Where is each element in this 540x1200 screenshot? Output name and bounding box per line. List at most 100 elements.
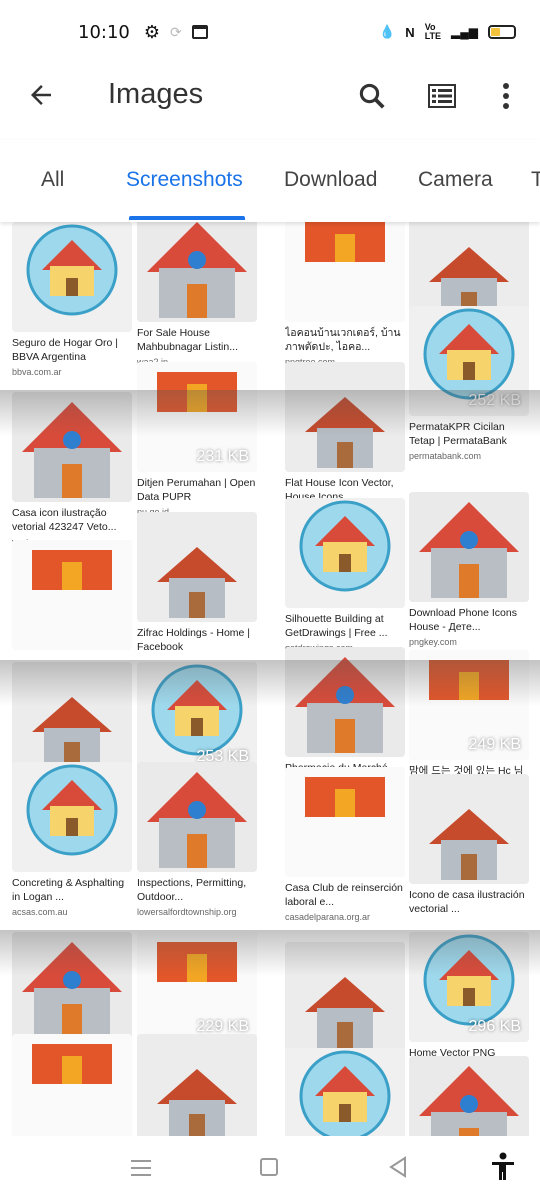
home-icon[interactable] bbox=[260, 1158, 278, 1176]
status-right-icons: 💧 N Vo LTE ▂▄▆ bbox=[379, 23, 516, 41]
image-thumbnail[interactable] bbox=[12, 392, 132, 502]
image-card[interactable]: Casa Club de reinserción laboral e... cas… bbox=[285, 767, 405, 922]
page-title: Images bbox=[108, 78, 204, 110]
image-card[interactable]: Flat House Icon Vector, House Icons,...p… bbox=[285, 362, 405, 517]
image-card[interactable]: Casa icon ilustração vetorial 423247 Vet… bbox=[12, 392, 132, 547]
image-caption: Seguro de Hogar Oro | BBVA Argentina bbox=[12, 337, 119, 363]
image-thumbnail[interactable] bbox=[137, 222, 257, 322]
file-size-label: 296 KB bbox=[468, 1018, 521, 1035]
house-thumbnail-icon bbox=[12, 392, 132, 502]
image-caption: ไอคอนบ้านเวกเตอร์, บ้านภาพตัดปะ, ไอคอ... bbox=[285, 327, 401, 353]
house-thumbnail-icon bbox=[137, 512, 257, 622]
image-card[interactable]: Seguro de Hogar Oro | BBVA Argentina bbva… bbox=[12, 222, 132, 377]
image-caption: For Sale House Mahbubnagar Listin... bbox=[137, 327, 238, 353]
tab-all[interactable]: All bbox=[41, 168, 64, 192]
image-thumbnail[interactable] bbox=[409, 774, 529, 884]
image-thumbnail[interactable]: 249 KB bbox=[409, 650, 529, 760]
image-thumbnail[interactable]: 296 KB bbox=[409, 932, 529, 1042]
sync-icon: ⟳ bbox=[170, 23, 182, 40]
house-thumbnail-icon bbox=[409, 492, 529, 602]
house-thumbnail-icon bbox=[12, 540, 132, 650]
tab-camera[interactable]: Camera bbox=[418, 168, 493, 192]
image-caption: Icono de casa ilustración vectorial ... bbox=[409, 889, 525, 915]
tab-screenshots[interactable]: Screenshots bbox=[126, 168, 243, 192]
battery-icon bbox=[488, 25, 516, 39]
tab-more[interactable]: T bbox=[531, 168, 540, 192]
image-card[interactable]: ไอคอนบ้านเวกเตอร์, บ้านภาพตัดปะ, ไอคอ...… bbox=[285, 222, 405, 367]
image-card[interactable]: 252 KB PermataKPR Cicilan Tetap | Permata… bbox=[409, 306, 529, 461]
image-thumbnail[interactable]: 229 KB bbox=[137, 932, 257, 1042]
house-thumbnail-icon bbox=[409, 1056, 529, 1136]
signal-icon: ▂▄▆ bbox=[451, 25, 478, 39]
image-source: permatabank.com bbox=[409, 451, 482, 461]
image-card[interactable] bbox=[12, 1034, 132, 1136]
image-thumbnail[interactable] bbox=[137, 1034, 257, 1136]
image-card[interactable] bbox=[409, 1056, 529, 1136]
image-card[interactable] bbox=[137, 1034, 257, 1136]
image-thumbnail[interactable] bbox=[285, 942, 405, 1052]
image-thumbnail[interactable] bbox=[285, 362, 405, 472]
accessibility-icon[interactable] bbox=[490, 1152, 516, 1182]
image-card[interactable]: Inspections, Permitting, Outdoor... lower… bbox=[137, 762, 257, 917]
image-thumbnail[interactable] bbox=[12, 662, 132, 772]
image-thumbnail[interactable]: 231 KB bbox=[137, 362, 257, 472]
image-caption: Zifrac Holdings - Home | Facebook bbox=[137, 627, 251, 653]
tab-download[interactable]: Download bbox=[284, 168, 377, 192]
image-thumbnail[interactable]: 253 KB bbox=[137, 662, 257, 772]
image-thumbnail[interactable] bbox=[12, 762, 132, 872]
image-thumbnail[interactable] bbox=[285, 222, 405, 322]
image-thumbnail[interactable] bbox=[137, 512, 257, 622]
house-thumbnail-icon bbox=[12, 932, 132, 1042]
image-card[interactable]: Zifrac Holdings - Home | Facebook bbox=[137, 512, 257, 654]
more-options-icon[interactable] bbox=[498, 82, 514, 110]
house-thumbnail-icon bbox=[409, 774, 529, 884]
image-thumbnail[interactable] bbox=[12, 1034, 132, 1136]
recent-apps-icon[interactable] bbox=[131, 1160, 151, 1176]
image-thumbnail[interactable] bbox=[137, 762, 257, 872]
image-source: casadelparana.org.ar bbox=[285, 912, 371, 922]
image-card[interactable]: 231 KBDitjen Perumahan | Open Data PUPRp… bbox=[137, 362, 257, 517]
image-thumbnail[interactable]: 252 KB bbox=[409, 306, 529, 416]
image-thumbnail[interactable] bbox=[409, 1056, 529, 1136]
image-source: acsas.com.au bbox=[12, 907, 68, 917]
house-thumbnail-icon bbox=[285, 362, 405, 472]
image-card[interactable]: Silhouette Building at GetDrawings | Fre… bbox=[285, 498, 405, 653]
image-caption: Concreting & Asphalting in Logan ... bbox=[12, 877, 125, 903]
image-card[interactable] bbox=[285, 1048, 405, 1136]
image-caption: Casa icon ilustração vetorial 423247 Vet… bbox=[12, 507, 117, 533]
image-card[interactable]: For Sale House Mahbubnagar Listin...waa2… bbox=[137, 222, 257, 367]
house-thumbnail-icon bbox=[285, 1048, 405, 1136]
image-thumbnail[interactable] bbox=[12, 932, 132, 1042]
image-card[interactable]: Icono de casa ilustración vectorial ... bbox=[409, 774, 529, 916]
image-card[interactable] bbox=[12, 540, 132, 650]
image-caption: Ditjen Perumahan | Open Data PUPR bbox=[137, 477, 256, 503]
house-thumbnail-icon bbox=[285, 942, 405, 1052]
list-view-icon[interactable] bbox=[428, 84, 456, 108]
file-size-label: 252 KB bbox=[468, 392, 521, 409]
system-nav-bar bbox=[0, 1136, 540, 1200]
image-card[interactable]: Download Phone Icons House - Дете... pngk… bbox=[409, 492, 529, 647]
house-thumbnail-icon bbox=[285, 767, 405, 877]
nav-back-icon[interactable] bbox=[387, 1156, 409, 1178]
file-size-label: 249 KB bbox=[468, 736, 521, 753]
house-thumbnail-icon bbox=[137, 762, 257, 872]
image-thumbnail[interactable] bbox=[12, 540, 132, 650]
image-thumbnail[interactable] bbox=[285, 498, 405, 608]
image-grid[interactable]: Seguro de Hogar Oro | BBVA Argentina bbva… bbox=[0, 222, 540, 1136]
image-thumbnail[interactable] bbox=[409, 492, 529, 602]
image-caption: Inspections, Permitting, Outdoor... bbox=[137, 877, 247, 903]
settings-icon: ⚙ bbox=[143, 21, 161, 42]
house-thumbnail-icon bbox=[12, 1034, 132, 1136]
file-size-label: 231 KB bbox=[196, 448, 249, 465]
image-source: pngkey.com bbox=[409, 637, 457, 647]
search-icon[interactable] bbox=[357, 81, 387, 111]
image-card[interactable]: Concreting & Asphalting in Logan ... acsa… bbox=[12, 762, 132, 917]
image-thumbnail[interactable] bbox=[285, 647, 405, 757]
app-bar: Images bbox=[0, 64, 540, 128]
image-thumbnail[interactable] bbox=[285, 767, 405, 877]
image-thumbnail[interactable] bbox=[12, 222, 132, 332]
back-arrow-icon[interactable] bbox=[26, 80, 56, 110]
image-caption: Download Phone Icons House - Дете... bbox=[409, 607, 517, 633]
house-thumbnail-icon bbox=[285, 498, 405, 608]
image-thumbnail[interactable] bbox=[285, 1048, 405, 1136]
